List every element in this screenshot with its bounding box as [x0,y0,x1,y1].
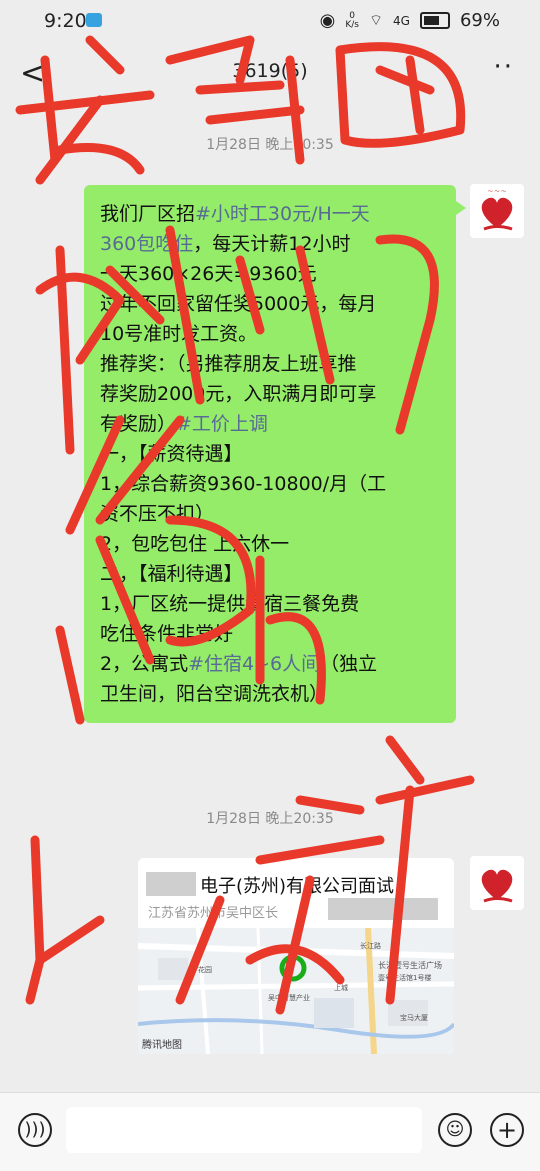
avatar[interactable]: ～ ～ ～ [470,184,524,238]
message-line: 吃住条件非常好 [100,619,442,649]
message-text: 卫生间，阳台空调洗衣机） [100,683,329,705]
eye-icon: ◉ [319,10,336,31]
message-text: 吃住条件非常好 [100,623,234,645]
message-line: 10号准时发工资。 [100,319,442,349]
message-line: 有奖励）#工价上调 [100,409,442,439]
message-text: 一天360×26天=9360元 [100,263,317,285]
message-text: 荐奖励2000元，入职满月即可享 [100,383,377,405]
message-line: 过年不回家留任奖5000元，每月 [100,289,442,319]
hashtag-link[interactable]: #工价上调 [176,413,268,435]
status-icons: ◉ 0 K/s ⌔ 4G 69% [320,10,500,31]
map-label: 上城 [334,983,348,992]
location-title: 电子(苏州)有限公司面试 [200,876,395,897]
message-line: 一，【薪资待遇】 [100,439,442,469]
battery-level: 69% [459,10,500,31]
location-map[interactable]: 长江壹号生活广场 壹号生活馆1号楼 上城 宝马大厦 吴中智慧产业 长江路 花园 … [138,927,454,1054]
message-text: 有奖励） [100,413,177,435]
message-timestamp: 1月28日 晚上20:35 [206,811,334,827]
message-line: 推荐奖：（另推荐朋友上班享推 [100,349,442,379]
status-bar: 9:20 ◉ 0 K/s ⌔ 4G 69% [0,0,540,42]
map-label: 长江壹号生活广场 [378,960,442,970]
voice-button[interactable]: ))) [18,1113,52,1147]
message-input[interactable] [66,1107,422,1153]
emoji-button[interactable]: ☺ [438,1113,472,1147]
message-line: 卫生间，阳台空调洗衣机） [100,679,442,709]
message-line: 1，综合薪资9360-10800/月（工 [100,469,442,499]
message-text: ，每天计薪12小时 [193,233,351,255]
message-line: 2，公寓式#住宿4~6人间（独立 [100,649,442,679]
plus-icon: + [496,1116,518,1144]
map-label: 宝马大厦 [400,1013,428,1022]
net-speed: 0 K/s [345,10,359,30]
battery-icon [419,12,450,29]
message-line: 我们厂区招#小时工30元/H一天 [100,199,442,229]
message-text: 资不压不扣） [100,503,215,525]
map-label: 花园 [198,965,212,974]
redaction-blur [146,872,196,896]
chat-title: 3619(5) [232,60,308,82]
map-credit: 腾讯地图 [142,1040,182,1051]
message-text: （独立 [320,653,378,675]
message-line: 二，【福利待遇】 [100,559,442,589]
voice-icon: ))) [24,1119,46,1140]
message-text: 我们厂区招 [100,203,196,225]
composer-bar: ))) ☺ + [0,1092,540,1171]
message-text: 1，综合薪资9360-10800/月（工 [100,473,387,495]
message-line: 一天360×26天=9360元 [100,259,442,289]
map-label: 壹号生活馆1号楼 [378,973,431,982]
message-timestamp: 1月28日 晚上20:35 [206,137,334,153]
location-address: 江苏省苏州市吴中区长 [148,906,279,921]
message-bubble[interactable]: 我们厂区招#小时工30元/H一天 360包吃住，每天计薪12小时 一天360×26天… [84,185,466,723]
message-line: 1，厂区统一提供食宿三餐免费 [100,589,442,619]
chat-header: < 3619(5) ·· [0,42,540,104]
location-card[interactable]: 电子(苏州)有限公司面试 江苏省苏州市吴中区长 长江壹号生活广场 壹号生活馆1号… [138,858,454,1054]
avatar[interactable] [470,856,524,910]
app-notification-icon [86,13,102,27]
wifi-icon: ⌔ [368,11,384,29]
svg-text:～ ～ ～: ～ ～ ～ [488,189,506,195]
message-line: 2，包吃包住 上六休一 [100,529,442,559]
message-line: 荐奖励2000元，入职满月即可享 [100,379,442,409]
status-time: 9:20 [44,10,87,32]
message-text: 二，【福利待遇】 [100,563,243,585]
message-line: 资不压不扣） [100,499,442,529]
message-text: 推荐奖：（另推荐朋友上班享推 [100,353,357,375]
message-text: 1，厂区统一提供食宿三餐免费 [100,593,360,615]
map-label: 长江路 [360,941,381,950]
message-text: 2，包吃包住 上六休一 [100,533,290,555]
more-icon[interactable]: ·· [493,52,514,82]
map-label: 吴中智慧产业 [268,993,310,1002]
plus-button[interactable]: + [490,1113,524,1147]
hashtag-link[interactable]: #小时工30元/H一天 [195,203,370,225]
hashtag-link[interactable]: #住宿4~6人间 [188,653,320,675]
redaction-blur [328,898,438,920]
emoji-icon: ☺ [445,1119,465,1140]
signal-icon: 4G [393,13,410,28]
message-text: 一，【薪资待遇】 [100,443,243,465]
message-text: 10号准时发工资。 [100,323,258,345]
message-text: 过年不回家留任奖5000元，每月 [100,293,377,315]
message-text: 2，公寓式 [100,653,189,675]
hashtag-link[interactable]: 360包吃住 [100,233,193,255]
message-line: 360包吃住，每天计薪12小时 [100,229,442,259]
